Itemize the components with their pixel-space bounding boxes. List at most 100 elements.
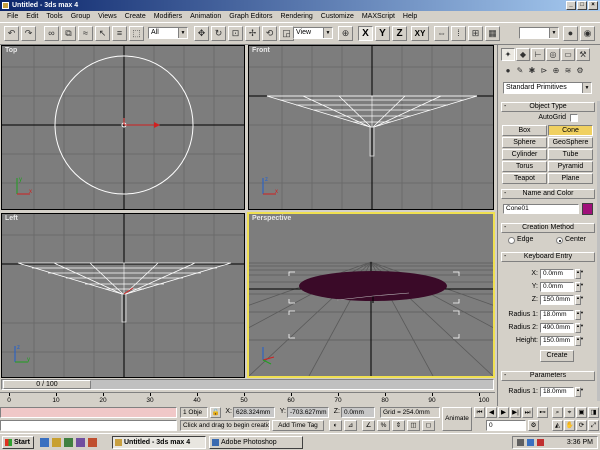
media-player-icon[interactable] [76, 438, 85, 447]
spinner-snap-icon[interactable]: ⇕ [392, 420, 405, 431]
goto-start-icon[interactable]: ⏮ [474, 407, 485, 418]
object-type-rollout[interactable]: - Object Type [501, 102, 595, 112]
menu-animation[interactable]: Animation [186, 11, 225, 22]
primitive-category-dropdown[interactable]: Standard Primitives ▼ [503, 82, 592, 94]
restrict-xy-button[interactable]: XY [411, 26, 429, 41]
pan-icon[interactable]: ✋ [564, 420, 575, 431]
snap-toggle-icon[interactable]: ⊿ [344, 420, 357, 431]
geometry-icon[interactable]: ● [503, 66, 513, 76]
select-and-scale-icon[interactable]: ⊡ [228, 26, 243, 41]
restrict-y-button[interactable]: Y [375, 26, 390, 41]
x-spinner[interactable]: ▲▼ [575, 269, 584, 279]
radius1-field[interactable]: 18.0mm [540, 310, 574, 320]
cameras-icon[interactable]: ⊳ [539, 66, 549, 76]
window-title-bar[interactable]: Untitled - 3ds max 4 _ □ × [0, 0, 600, 11]
edge-radio[interactable] [508, 237, 515, 244]
show-desktop-icon[interactable] [64, 438, 73, 447]
zoom-extents-all-icon[interactable]: ◨ [588, 407, 599, 418]
select-by-name-icon[interactable]: ≡ [112, 26, 127, 41]
menu-rendering[interactable]: Rendering [276, 11, 316, 22]
play-icon[interactable]: ▶ [498, 407, 509, 418]
volume-icon[interactable] [517, 439, 524, 446]
shapes-icon[interactable]: ✎ [515, 66, 525, 76]
height-field[interactable]: 150.0mm [540, 336, 574, 346]
field-of-view-icon[interactable]: ◭ [552, 420, 563, 431]
viewport-top[interactable]: Top x y [1, 45, 245, 210]
space-warps-icon[interactable]: ≋ [563, 66, 573, 76]
cylinder-button[interactable]: Cylinder [502, 149, 547, 160]
maximize-viewport-icon[interactable]: ⤢ [588, 420, 599, 431]
taskbar-item-3dsmax[interactable]: Untitled - 3ds max 4 [112, 436, 206, 449]
menu-tools[interactable]: Tools [42, 11, 66, 22]
radius1-spinner[interactable]: ▲▼ [575, 310, 584, 320]
named-selection-icon[interactable]: ▦ [485, 26, 500, 41]
viewport-left-label[interactable]: Left [5, 215, 18, 222]
material-editor-icon[interactable]: ● [563, 26, 578, 41]
viewport-perspective[interactable]: Perspective [247, 212, 495, 378]
y-field[interactable]: 0.0mm [540, 282, 574, 292]
time-slider-thumb[interactable]: 0 / 100 [3, 380, 91, 389]
outlook-express-icon[interactable] [52, 438, 61, 447]
internet-explorer-icon[interactable] [40, 438, 49, 447]
lock-selection-icon[interactable]: 🔒 [210, 407, 221, 418]
animate-button[interactable]: Animate [442, 407, 472, 431]
keyboard-entry-rollout[interactable]: - Keyboard Entry [501, 252, 595, 262]
unlink-icon[interactable]: ⧉ [61, 26, 76, 41]
tray-app-icon[interactable] [537, 439, 544, 446]
object-color-swatch[interactable] [582, 203, 593, 215]
menu-file[interactable]: File [3, 11, 22, 22]
time-slider[interactable]: 0 / 100 [1, 379, 494, 390]
render-scene-icon[interactable]: ◉ [580, 26, 595, 41]
height-spinner[interactable]: ▲▼ [575, 336, 584, 346]
key-mode-icon[interactable]: ⊷ [537, 407, 548, 418]
arc-rotate-icon[interactable]: ⟳ [576, 420, 587, 431]
systems-icon[interactable]: ⚙ [575, 66, 585, 76]
helpers-icon[interactable]: ⊕ [551, 66, 561, 76]
hierarchy-tab-icon[interactable]: ⊢ [531, 48, 545, 61]
close-button[interactable]: × [588, 1, 598, 10]
goto-end-icon[interactable]: ⏭ [522, 407, 533, 418]
torus-button[interactable]: Torus [502, 161, 547, 172]
redo-icon[interactable]: ↷ [21, 26, 36, 41]
center-radio[interactable] [556, 237, 563, 244]
viewport-front-label[interactable]: Front [252, 47, 270, 54]
z-coord-field[interactable]: 0.0mm [341, 407, 375, 418]
current-frame-field[interactable]: 0 [486, 420, 526, 431]
parameters-rollout[interactable]: - Parameters [501, 371, 595, 381]
network-icon[interactable] [527, 439, 534, 446]
menu-customize[interactable]: Customize [317, 11, 358, 22]
degradation-override-icon[interactable]: ◐ [329, 420, 342, 431]
viewport-perspective-label[interactable]: Perspective [252, 215, 291, 222]
menu-create[interactable]: Create [121, 11, 150, 22]
lights-icon[interactable]: ✱ [527, 66, 537, 76]
z-spinner[interactable]: ▲▼ [575, 295, 584, 305]
teapot-button[interactable]: Teapot [502, 173, 547, 184]
start-button[interactable]: Start [2, 436, 34, 449]
window-crossing-icon[interactable]: ◫ [407, 420, 420, 431]
track-bar[interactable]: 0 10 20 30 40 50 60 70 80 90 100 [0, 392, 495, 406]
selection-mode-icon[interactable]: ◻ [422, 420, 435, 431]
maxscript-listener-field[interactable] [0, 407, 177, 418]
creation-method-rollout[interactable]: - Creation Method [501, 223, 595, 233]
radius2-field[interactable]: 490.0mm [540, 323, 574, 333]
zoom-icon[interactable]: ⌕ [552, 407, 563, 418]
reference-coordinate-dropdown[interactable]: View ▼ [293, 27, 333, 39]
menu-modifiers[interactable]: Modifiers [150, 11, 186, 22]
viewport-left[interactable]: Left y z [1, 213, 245, 378]
move-icon[interactable]: ✢ [245, 26, 260, 41]
params-radius1-spinner[interactable]: ▲▼ [575, 387, 584, 397]
use-pivot-center-icon[interactable]: ⊕ [338, 26, 353, 41]
menu-edit[interactable]: Edit [22, 11, 42, 22]
taskbar-item-photoshop[interactable]: Adobe Photoshop [209, 436, 303, 449]
maxscript-output-field[interactable] [0, 420, 177, 431]
cone-button[interactable]: Cone [548, 125, 593, 136]
z-field[interactable]: 150.0mm [540, 295, 574, 305]
name-and-color-rollout[interactable]: - Name and Color [501, 189, 595, 199]
select-and-move-icon[interactable]: ✥ [194, 26, 209, 41]
plane-button[interactable]: Plane [548, 173, 593, 184]
align-icon[interactable]: ⊞ [468, 26, 483, 41]
percent-snap-icon[interactable]: % [377, 420, 390, 431]
pyramid-button[interactable]: Pyramid [548, 161, 593, 172]
geosphere-button[interactable]: GeoSphere [548, 137, 593, 148]
bind-space-warp-icon[interactable]: ≈ [78, 26, 93, 41]
